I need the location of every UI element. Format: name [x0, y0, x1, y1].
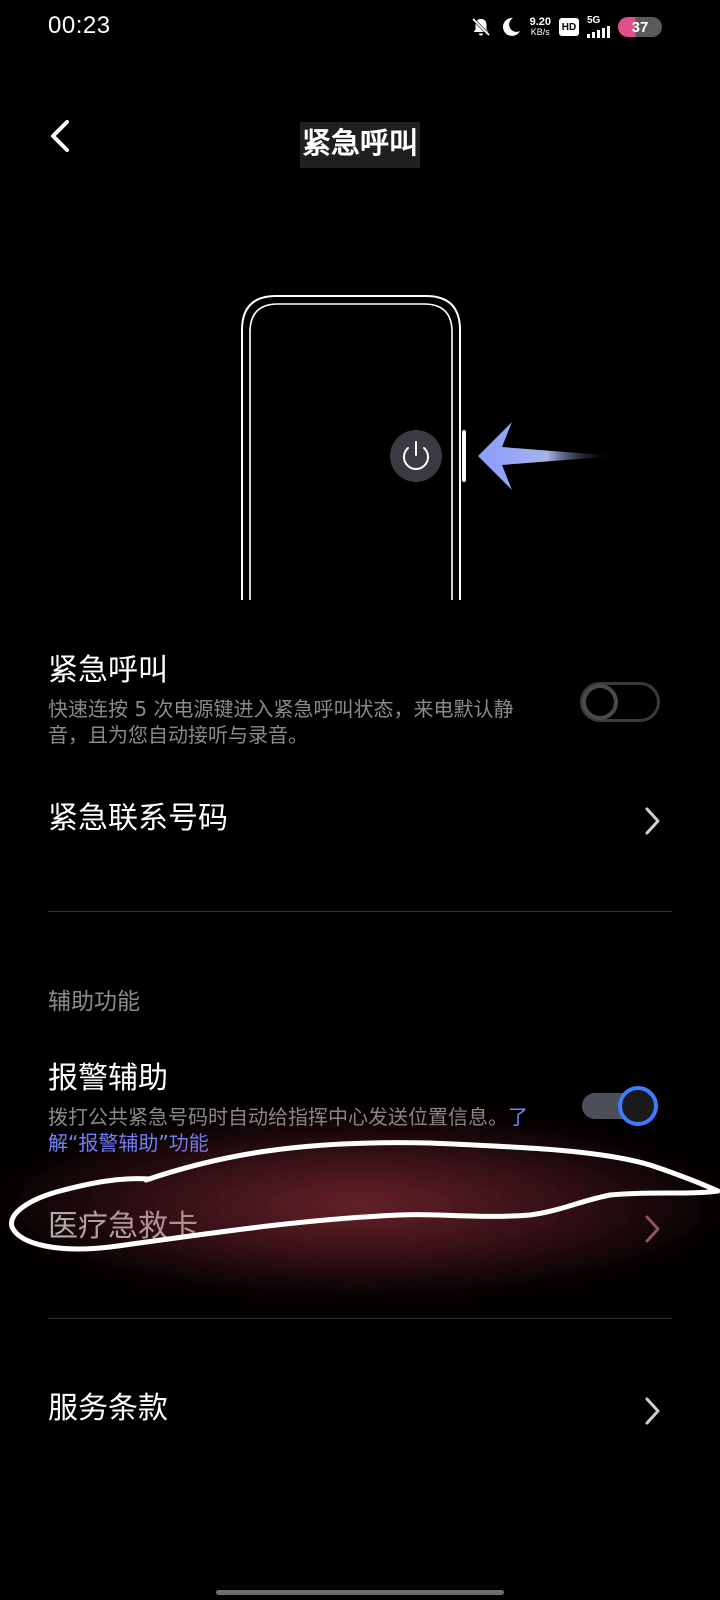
status-time: 00:23	[48, 12, 111, 39]
terms-title: 服务条款	[48, 1391, 168, 1426]
network-speed-unit: KB/s	[530, 27, 550, 37]
emergency-contacts-row[interactable]: 紧急联系号码	[48, 800, 672, 844]
emergency-contacts-title: 紧急联系号码	[48, 801, 228, 836]
medical-card-row[interactable]: 医疗急救卡	[48, 1208, 672, 1252]
hd-icon: HD	[559, 18, 579, 36]
network-speed-value: 9.20	[529, 16, 551, 28]
alarm-assist-description: 拨打公共紧急号码时自动给指挥中心发送位置信息。了解“报警辅助”功能	[48, 1104, 538, 1156]
alarm-assist-row[interactable]: 报警辅助 拨打公共紧急号码时自动给指挥中心发送位置信息。了解“报警辅助”功能	[48, 1060, 672, 1160]
alarm-assist-toggle[interactable]	[580, 1086, 660, 1126]
emergency-call-row[interactable]: 紧急呼叫 快速连按 5 次电源键进入紧急呼叫状态，来电默认静音，且为您自动接听与…	[48, 652, 672, 752]
section-header-accessibility: 辅助功能	[48, 989, 140, 1015]
chevron-right-icon	[642, 1214, 662, 1244]
battery-icon: 37	[618, 17, 662, 37]
power-button-illustration	[236, 290, 636, 600]
status-bar: 00:23 9.20 KB/s HD 5G 37	[0, 0, 720, 56]
network-speed: 9.20 KB/s	[529, 16, 551, 38]
page-title: 紧急呼叫	[0, 120, 720, 168]
arrow-left-icon	[478, 422, 616, 490]
status-icons: 9.20 KB/s HD 5G 37	[470, 14, 662, 40]
home-indicator[interactable]	[216, 1590, 504, 1595]
mute-bell-icon	[470, 16, 492, 38]
terms-row[interactable]: 服务条款	[48, 1390, 672, 1434]
signal-icon: 5G	[587, 16, 610, 38]
alarm-assist-description-text: 拨打公共紧急号码时自动给指挥中心发送位置信息。	[48, 1105, 508, 1129]
do-not-disturb-moon-icon	[500, 16, 522, 38]
emergency-call-title: 紧急呼叫	[48, 653, 168, 688]
page-title-text: 紧急呼叫	[299, 122, 420, 168]
divider	[48, 1318, 672, 1319]
network-type-label: 5G	[587, 15, 601, 26]
power-icon	[390, 430, 442, 482]
chevron-right-icon	[642, 1396, 662, 1426]
divider	[48, 911, 672, 912]
emergency-call-toggle[interactable]	[580, 682, 660, 722]
emergency-call-description: 快速连按 5 次电源键进入紧急呼叫状态，来电默认静音，且为您自动接听与录音。	[48, 697, 514, 747]
alarm-assist-title: 报警辅助	[48, 1061, 168, 1096]
medical-card-title: 医疗急救卡	[48, 1209, 198, 1244]
chevron-right-icon	[642, 806, 662, 836]
